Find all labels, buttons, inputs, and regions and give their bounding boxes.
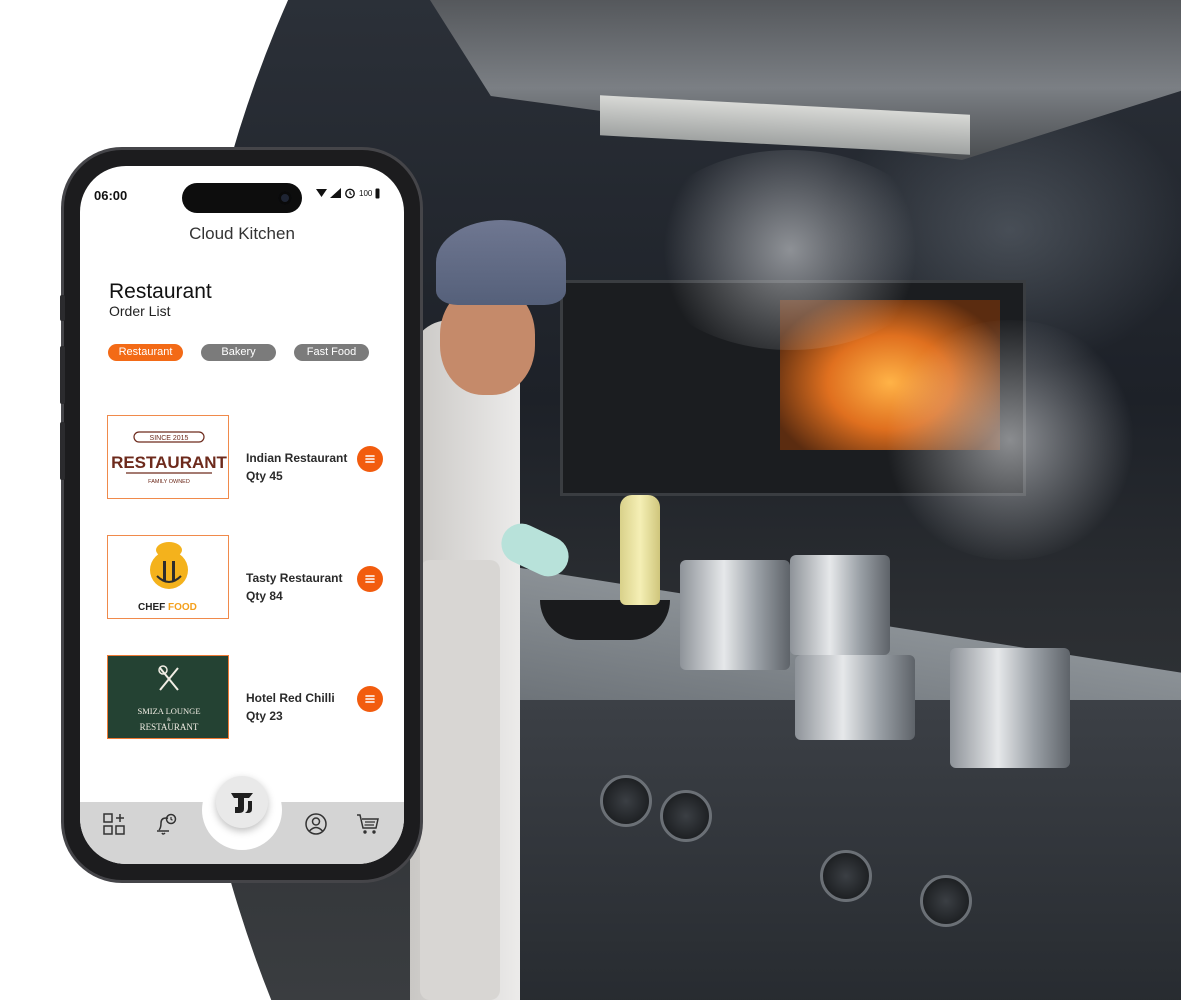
menu-lines-icon: [365, 455, 375, 463]
section-subtitle: Order List: [109, 303, 171, 319]
status-time: 06:00: [94, 188, 128, 203]
menu-lines-icon: [365, 695, 375, 703]
stove-knob: [600, 775, 652, 827]
chip-bakery[interactable]: Bakery: [201, 344, 276, 361]
sauce-pan: [795, 655, 915, 740]
profile-icon[interactable]: [304, 812, 328, 836]
chip-fast-food[interactable]: Fast Food: [294, 344, 369, 361]
chip-restaurant[interactable]: Restaurant: [108, 344, 183, 361]
signal-icon: [330, 188, 341, 198]
app-title: Cloud Kitchen: [189, 224, 295, 243]
order-item[interactable]: SINCE 2015 RESTAURANT FAMILY OWNED India…: [107, 415, 397, 503]
order-qty: Qty 84: [246, 589, 283, 603]
order-name: Tasty Restaurant: [246, 571, 343, 585]
phone-volume-up: [60, 346, 65, 404]
order-menu-button[interactable]: [357, 566, 383, 592]
logo-since-text: SINCE 2015: [150, 435, 189, 442]
stock-pot: [790, 555, 890, 655]
phone-volume-down: [60, 422, 65, 480]
section-title: Restaurant: [109, 280, 212, 303]
add-widget-icon[interactable]: [102, 812, 126, 836]
wifi-icon: [316, 189, 327, 197]
order-qty: Qty 23: [246, 709, 283, 723]
battery-icon: [375, 188, 380, 198]
order-name: Indian Restaurant: [246, 451, 348, 465]
phone-mockup: 06:00 100 Cloud Kitchen Restaurant Order…: [60, 150, 420, 880]
chef-food-logo: CHEF FOOD: [138, 542, 197, 613]
alarm-bell-icon[interactable]: [154, 812, 178, 836]
squeeze-bottle: [620, 495, 660, 605]
smiza-lounge-logo: SMIZA LOUNGE & RESTAURANT: [137, 665, 201, 732]
restaurant-logo: SMIZA LOUNGE & RESTAURANT: [107, 655, 229, 739]
chef-apron: [420, 560, 500, 1000]
restaurant-logo: SINCE 2015 RESTAURANT FAMILY OWNED: [107, 415, 229, 499]
stove-cabinet: [470, 700, 1181, 1000]
stove-knob: [820, 850, 872, 902]
steam: [640, 150, 940, 350]
home-logo-icon: [231, 793, 253, 813]
status-bar: 06:00 100: [80, 166, 404, 226]
restaurant-logo: CHEF FOOD: [107, 535, 229, 619]
menu-lines-icon: [365, 575, 375, 583]
order-item[interactable]: SMIZA LOUNGE & RESTAURANT Hotel Red Chil…: [107, 655, 397, 743]
app-screen: 06:00 100 Cloud Kitchen Restaurant Order…: [80, 166, 404, 864]
order-item[interactable]: CHEF FOOD Tasty Restaurant Qty 84: [107, 535, 397, 623]
cart-icon[interactable]: [356, 812, 380, 836]
frying-pan: [540, 600, 670, 640]
battery-percent: 100: [359, 188, 373, 198]
stove-knob: [920, 875, 972, 927]
alarm-icon: [345, 188, 355, 199]
order-name: Hotel Red Chilli: [246, 691, 335, 705]
order-menu-button[interactable]: [357, 446, 383, 472]
category-filter: Restaurant Bakery Fast Food: [108, 344, 369, 361]
stove-knob: [660, 790, 712, 842]
chef-cap: [436, 220, 566, 305]
status-icons: 100: [316, 187, 380, 199]
logo-chef-text: CHEF: [138, 602, 165, 613]
order-menu-button[interactable]: [357, 686, 383, 712]
dynamic-island: [182, 183, 302, 213]
logo-family-text: FAMILY OWNED: [148, 479, 190, 485]
front-camera: [278, 191, 292, 205]
logo-line3-text: RESTAURANT: [140, 722, 199, 732]
logo-main-text: RESTAURANT: [111, 453, 227, 472]
phone-side-button: [60, 295, 65, 321]
steam: [880, 320, 1140, 560]
home-button[interactable]: [216, 776, 268, 828]
stock-pot: [950, 648, 1070, 768]
stock-pot: [680, 560, 790, 670]
logo-food-text: FOOD: [168, 602, 197, 613]
logo-line1-text: SMIZA LOUNGE: [137, 706, 200, 716]
order-qty: Qty 45: [246, 469, 283, 483]
restaurant-badge-logo: SINCE 2015 RESTAURANT FAMILY OWNED: [111, 431, 228, 485]
